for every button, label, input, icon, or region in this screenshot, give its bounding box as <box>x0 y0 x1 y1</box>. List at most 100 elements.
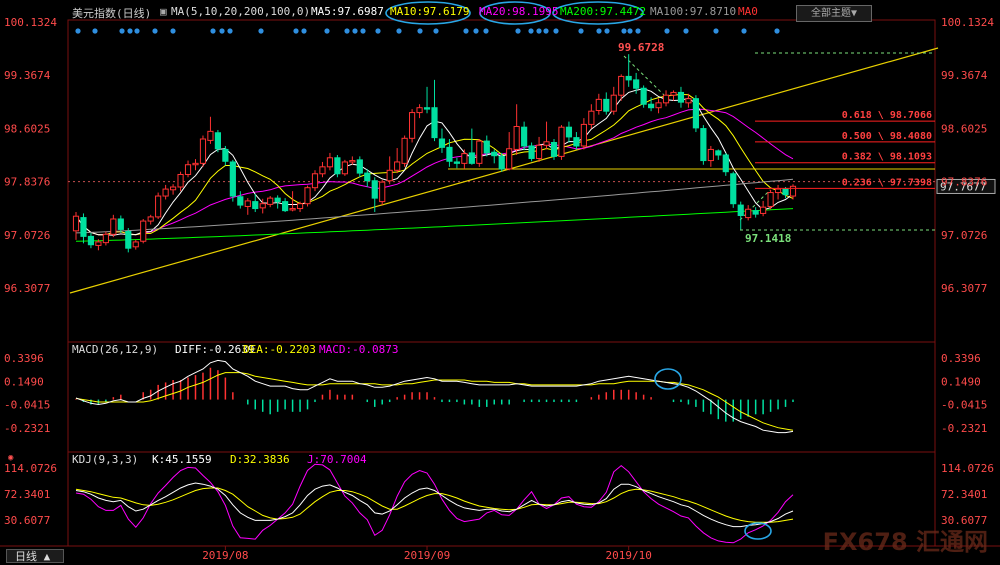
candle-body <box>655 102 662 109</box>
macd-y-tick-left: -0.0415 <box>4 399 50 412</box>
y-tick-right: 100.1324 <box>941 16 994 29</box>
candle-body <box>737 204 744 217</box>
candle-body <box>326 157 334 168</box>
candle-body <box>222 148 229 162</box>
candle-body <box>296 203 304 210</box>
candle-body <box>259 203 266 209</box>
candle-body <box>521 126 528 147</box>
event-dot <box>596 28 602 34</box>
fib-level-label: 0.382 \ 98.1093 <box>842 152 932 163</box>
macd-y-tick-left: 0.3396 <box>4 352 44 365</box>
event-dot <box>301 28 307 34</box>
kdj-y-tick-left: 114.0726 <box>4 462 57 475</box>
candle-body <box>72 215 80 232</box>
event-dot <box>170 28 176 34</box>
candle-body <box>184 164 192 175</box>
candle-body <box>603 98 610 112</box>
event-dot <box>578 28 584 34</box>
main-panel-frame <box>67 19 936 343</box>
candle-body <box>394 161 401 171</box>
event-dot <box>227 28 233 34</box>
high-price-label: 99.6728 <box>618 41 664 54</box>
ma10-value: MA10:97.6179 <box>390 5 470 18</box>
candle-body <box>550 141 558 157</box>
x-tick-label: 2019/09 <box>404 549 450 562</box>
event-dot <box>152 28 158 34</box>
candle-body <box>356 159 363 174</box>
event-dot <box>258 28 264 34</box>
candle-body <box>745 208 752 219</box>
event-dot <box>396 28 402 34</box>
fib-level-label: 0.500 \ 98.4080 <box>842 131 932 142</box>
candle-body <box>289 208 296 211</box>
kdj-d-value: D:32.3836 <box>230 453 290 466</box>
y-tick-left: 97.8376 <box>4 176 50 189</box>
event-dot <box>774 28 780 34</box>
candle-body <box>662 94 670 104</box>
x-tick-label: 2019/10 <box>606 549 652 562</box>
macd-y-tick-right: 0.1490 <box>941 375 981 388</box>
fibonacci-layer: 0.618 \ 98.7066 0.500 \ 98.4080 0.382 \ 98… <box>618 41 996 245</box>
event-dot <box>127 28 133 34</box>
kdj-j-value: J:70.7004 <box>307 453 367 466</box>
y-tick-left: 97.0726 <box>4 229 50 242</box>
candle-body <box>229 161 236 197</box>
candle-body <box>730 173 737 205</box>
candle-body <box>498 155 505 170</box>
candle-body <box>147 216 154 222</box>
candle-body <box>311 173 319 189</box>
kdj-settings-icon[interactable]: ◉ <box>8 453 13 463</box>
candle-body <box>618 75 625 96</box>
kdj-k-line <box>75 482 794 528</box>
candle-body <box>170 186 177 191</box>
candle-body <box>192 162 199 166</box>
candle-body <box>80 217 87 237</box>
event-dot <box>553 28 559 34</box>
candle-body <box>102 233 109 244</box>
candle-body <box>349 160 356 163</box>
macd-y-tick-right: -0.0415 <box>941 399 987 412</box>
watermark-logo: FX678 汇通网 <box>822 528 988 556</box>
candle-body <box>401 137 408 164</box>
timeframe-button[interactable]: 日线 ▲ <box>6 549 64 563</box>
candle-body <box>483 140 490 154</box>
event-dot <box>741 28 747 34</box>
candle-body <box>162 188 169 197</box>
event-dot <box>433 28 439 34</box>
candle-body <box>199 138 207 164</box>
chart-canvas: 0.618 \ 98.7066 0.500 \ 98.4080 0.382 \ 98… <box>0 1 1000 562</box>
candle-body <box>782 188 789 196</box>
candle-body <box>715 150 722 156</box>
event-dot <box>119 28 125 34</box>
event-dot <box>627 28 633 34</box>
kdj-k-value: K:45.1559 <box>152 453 212 466</box>
candle-body <box>580 123 587 147</box>
macd-y-tick-left: -0.2321 <box>4 422 50 435</box>
candle-layer <box>72 54 797 253</box>
macd-cross-highlight <box>654 368 682 390</box>
candle-body <box>132 241 139 248</box>
y-tick-left: 96.3077 <box>4 282 50 295</box>
event-dot <box>664 28 670 34</box>
event-dot <box>344 28 350 34</box>
candle-body <box>789 185 797 197</box>
ma200-value: MA200:97.4472 <box>560 5 647 18</box>
event-dot <box>473 28 479 34</box>
macd-layer <box>75 359 794 434</box>
kdj-cross-highlight <box>744 522 772 540</box>
candle-body <box>319 166 326 175</box>
y-tick-right: 99.3674 <box>941 69 988 82</box>
y-tick-left: 99.3674 <box>4 69 51 82</box>
kdj-panel-frame <box>67 451 936 547</box>
macd-dea-line <box>75 372 794 431</box>
ma-settings-icon[interactable]: ▣ <box>160 5 167 18</box>
candle-body <box>252 201 259 210</box>
candle-body <box>588 110 595 125</box>
candle-body <box>438 138 446 148</box>
topic-dropdown-button[interactable]: 全部主题▼ <box>796 5 872 22</box>
candle-body <box>237 196 244 206</box>
y-tick-right: 98.6025 <box>941 122 987 135</box>
event-dot <box>543 28 549 34</box>
axis-label-layer: 100.1324 100.1324 99.3674 99.3674 98.6025 98.… <box>4 16 994 562</box>
candle-body <box>386 169 393 182</box>
